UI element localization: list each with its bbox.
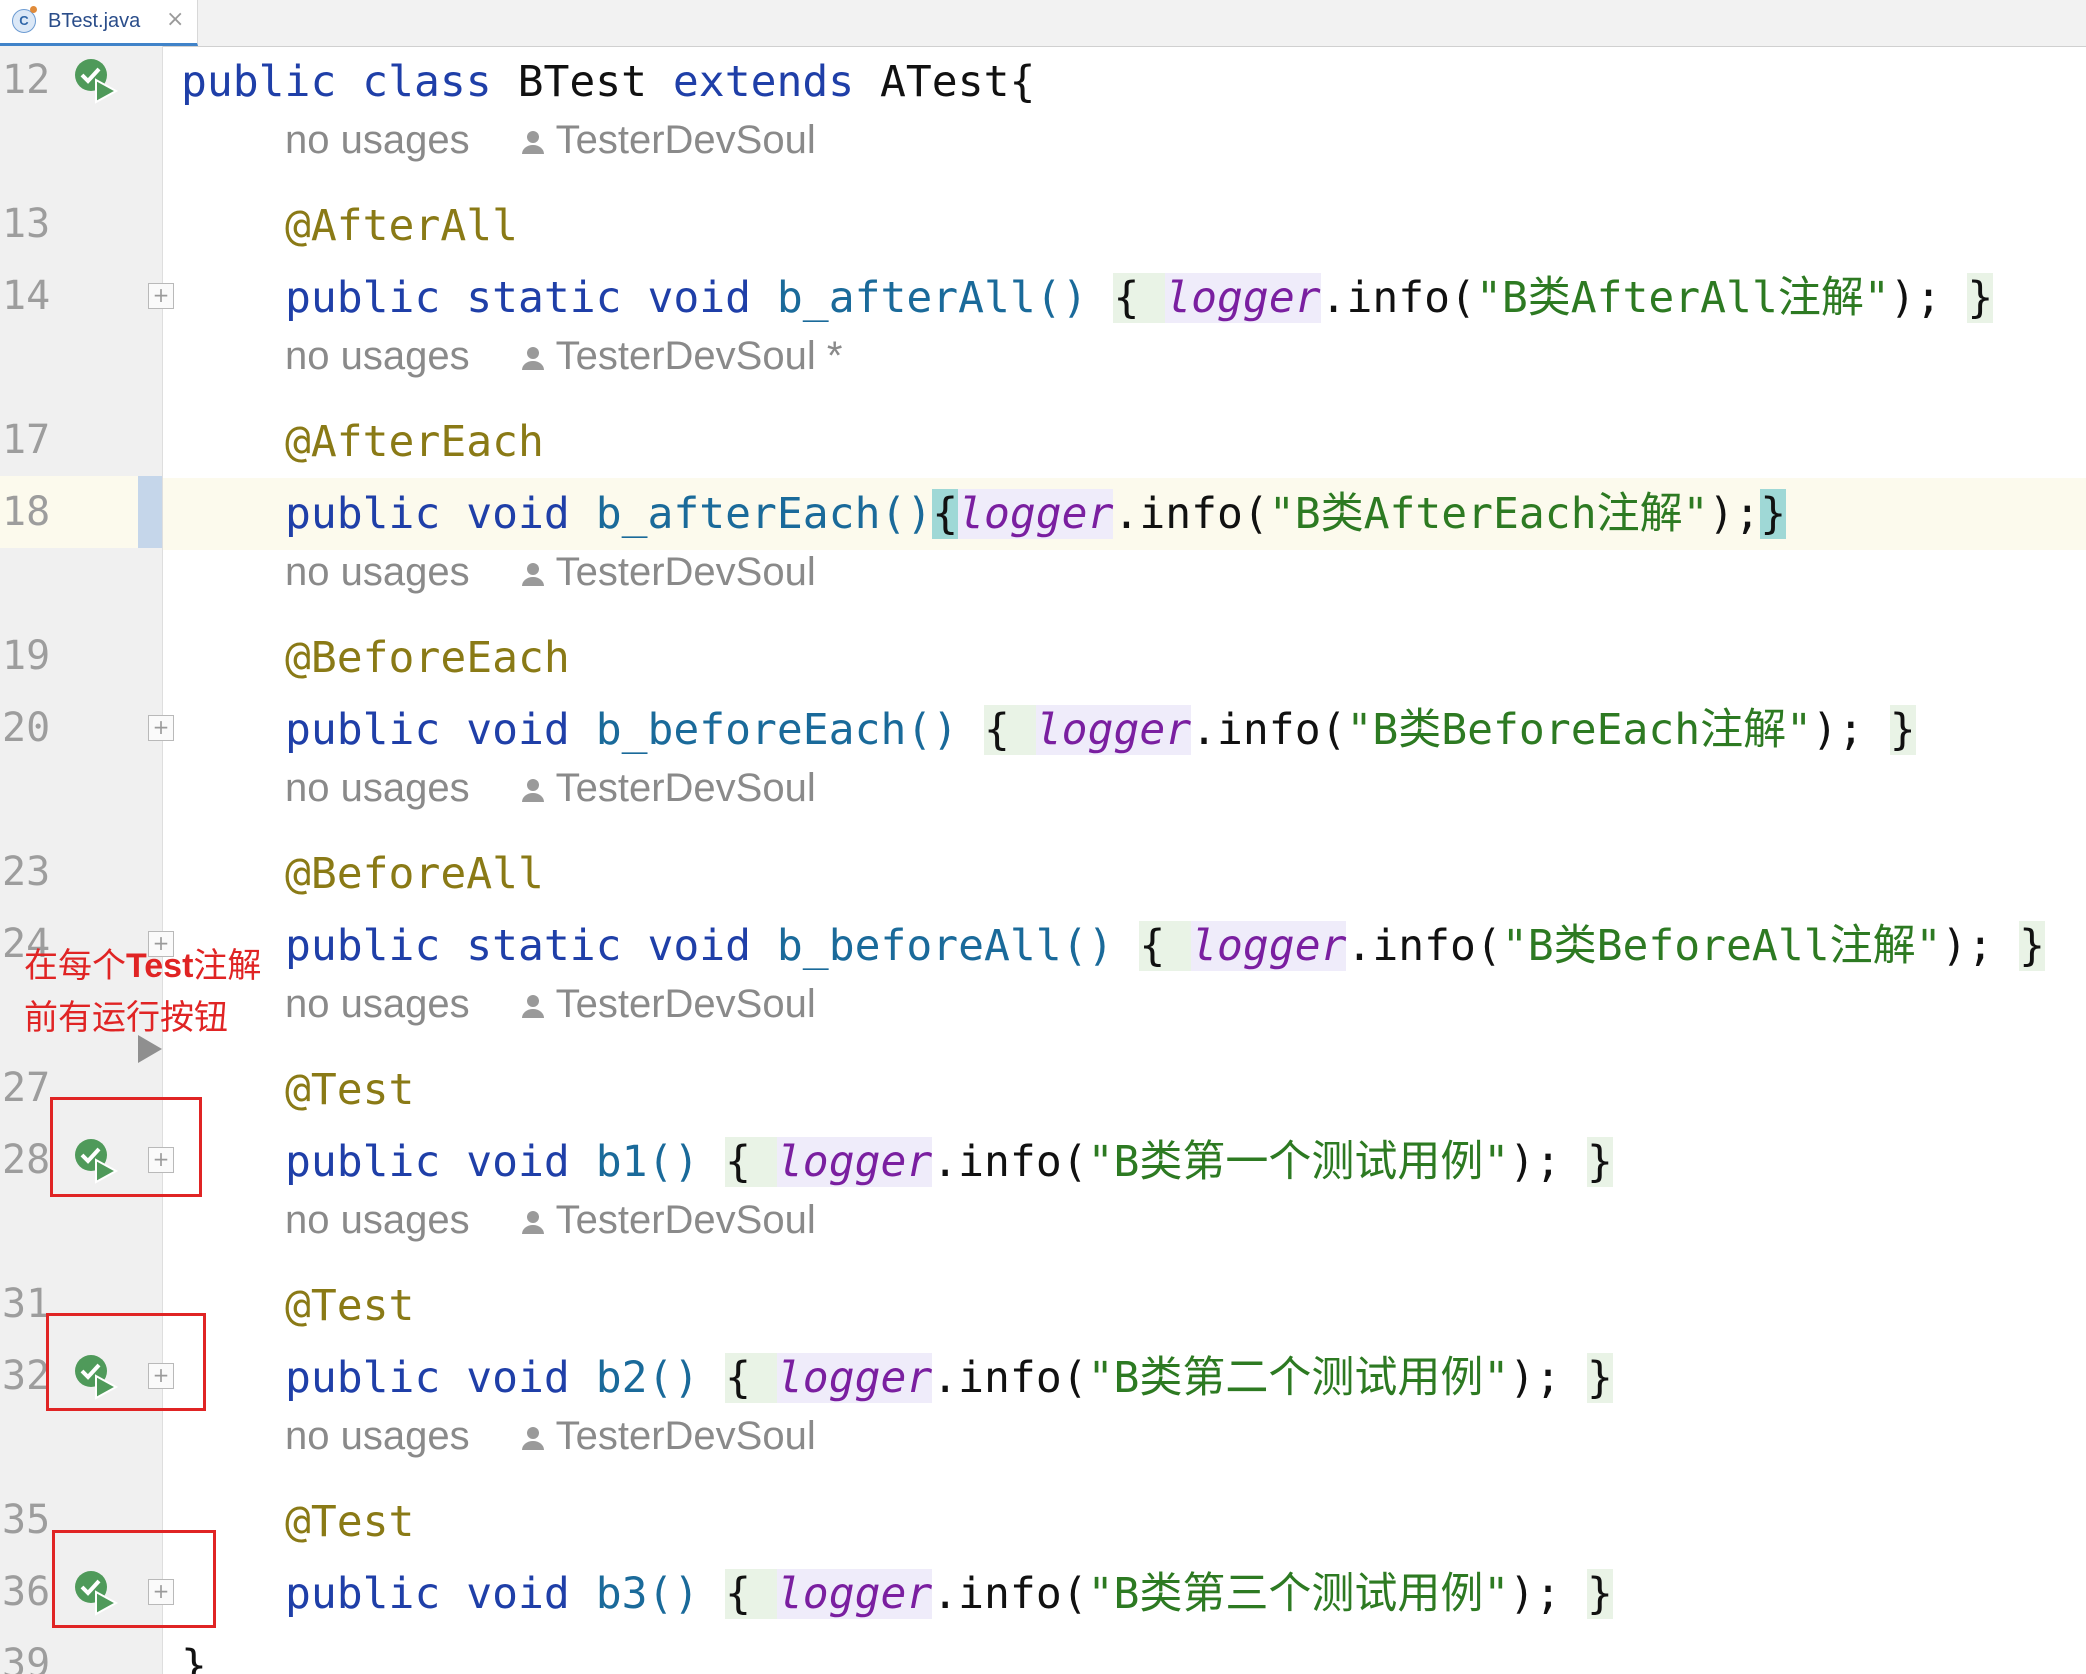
- person-icon: [521, 995, 544, 1019]
- line-number: 12: [2, 57, 51, 103]
- person-icon: [521, 1211, 544, 1235]
- gutter-change-marker: [138, 476, 162, 548]
- line-number: 20: [2, 705, 51, 751]
- code-line: public static void b_afterAll() { logger…: [285, 273, 1994, 323]
- highlight-box: [46, 1313, 206, 1411]
- code-line: public class BTest extends ATest{: [181, 57, 1036, 107]
- line-number: 18: [2, 489, 51, 535]
- line-number: 13: [2, 201, 51, 247]
- run-test-icon[interactable]: [72, 56, 120, 104]
- inlay-hint[interactable]: no usages TesterDevSoul: [285, 1414, 816, 1486]
- code-editor[interactable]: public class BTest extends ATest{ no usa…: [163, 46, 2086, 1674]
- annotation-note-line2: 前有运行按钮: [24, 999, 228, 1037]
- line-number: 17: [2, 417, 51, 463]
- person-icon: [521, 563, 544, 587]
- inlay-hint[interactable]: no usages TesterDevSoul *: [285, 334, 842, 406]
- person-icon: [521, 131, 544, 155]
- code-line: @Test: [285, 1281, 415, 1331]
- editor-tab-bar: C BTest.java ×: [0, 0, 2086, 47]
- line-number: 14: [2, 273, 51, 319]
- line-number: 39: [2, 1641, 51, 1674]
- code-line: public void b_beforeEach() { logger.info…: [285, 705, 1916, 755]
- code-line-current: public void b_afterEach(){logger.info("B…: [163, 478, 2086, 550]
- code-line: public void b1() { logger.info("B类第一个测试用…: [285, 1137, 1613, 1187]
- annotation-note-line1: 在每个Test注解: [24, 947, 262, 985]
- person-icon: [521, 1427, 544, 1451]
- tab-label: BTest.java: [48, 10, 141, 32]
- person-icon: [521, 779, 544, 803]
- line-number: 23: [2, 849, 51, 895]
- code-line: public static void b_beforeAll() { logge…: [285, 921, 2046, 971]
- code-line: @AfterEach: [285, 417, 544, 467]
- inlay-hint[interactable]: no usages TesterDevSoul: [285, 1198, 816, 1270]
- code-line: @BeforeAll: [285, 849, 544, 899]
- inlay-hint[interactable]: no usages TesterDevSoul: [285, 550, 816, 622]
- inlay-hint[interactable]: no usages TesterDevSoul: [285, 118, 816, 190]
- code-line: public void b2() { logger.info("B类第二个测试用…: [285, 1353, 1613, 1403]
- close-icon[interactable]: ×: [166, 7, 184, 32]
- line-number: 19: [2, 633, 51, 679]
- code-line: @Test: [285, 1497, 415, 1547]
- code-line: }: [181, 1641, 207, 1674]
- code-line: public void b3() { logger.info("B类第三个测试用…: [285, 1569, 1613, 1619]
- inlay-hint[interactable]: no usages TesterDevSoul: [285, 982, 816, 1054]
- class-badge-icon: [30, 6, 37, 13]
- tab-btest-java[interactable]: C BTest.java ×: [0, 0, 198, 46]
- highlight-box: [50, 1097, 202, 1197]
- code-line: @Test: [285, 1065, 415, 1115]
- highlight-box: [52, 1530, 216, 1628]
- inlay-hint[interactable]: no usages TesterDevSoul: [285, 766, 816, 838]
- code-line: @BeforeEach: [285, 633, 570, 683]
- code-line: @AfterAll: [285, 201, 518, 251]
- person-icon: [521, 347, 544, 371]
